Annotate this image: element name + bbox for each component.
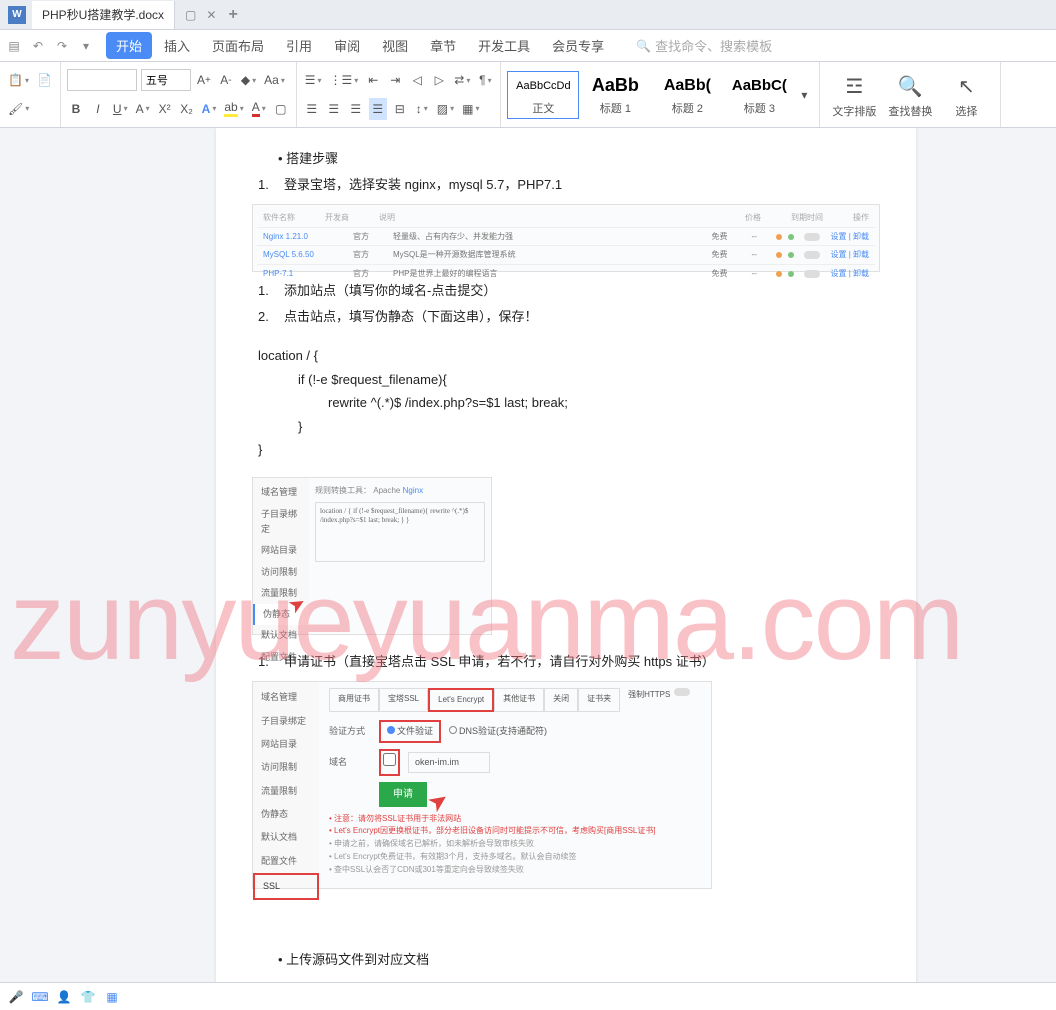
app-icon: W xyxy=(8,6,26,24)
bold-button[interactable]: B xyxy=(67,98,85,120)
ribbon-styles: AaBbCcDd 正文 AaBb 标题 1 AaBb( 标题 2 AaBbC( … xyxy=(501,62,820,127)
underline-button[interactable]: U xyxy=(111,98,130,120)
embedded-image-ssl: 域名管理 子目录绑定 网站目录 访问限制 流量限制 伪静态 默认文档 配置文件 … xyxy=(252,681,712,889)
align-left-button[interactable]: ☰ xyxy=(303,98,321,120)
list-item-1: 1.登录宝塔，选择安装 nginx，mysql 5.7，PHP7.1 xyxy=(258,174,880,196)
menu-review[interactable]: 审阅 xyxy=(324,32,370,59)
bullet-2: 上传源码文件到对应文档 xyxy=(278,949,880,971)
font-color-button[interactable]: A xyxy=(250,98,268,120)
redo-icon[interactable]: ↷ xyxy=(52,36,72,56)
apps-icon[interactable]: ▦ xyxy=(104,989,120,1005)
magnifier-icon: 🔍 xyxy=(898,74,923,99)
undo-icon[interactable]: ↶ xyxy=(28,36,48,56)
select-button[interactable]: ↖ 选择 xyxy=(938,66,994,123)
tab-actions: ▢ ✕ xyxy=(185,8,216,22)
bullet-1: 搭建步骤 xyxy=(278,148,880,170)
menu-chapter[interactable]: 章节 xyxy=(420,32,466,59)
title-bar: W PHP秒U搭建教学.docx ▢ ✕ + xyxy=(0,0,1056,30)
list-item-2: 1.添加站点（填写你的域名-点击提交） xyxy=(258,280,880,302)
mic-icon[interactable]: 🎤 xyxy=(8,989,24,1005)
layout-icon: ☲ xyxy=(845,74,863,99)
menu-start[interactable]: 开始 xyxy=(106,32,152,59)
increase-indent-button[interactable]: ⇥ xyxy=(386,69,404,91)
shirt-icon[interactable]: 👕 xyxy=(80,989,96,1005)
numbering-button[interactable]: ⋮☰ xyxy=(328,69,361,91)
ribbon-font: A+ A- ◆ Aa B I U A X² X₂ A ab A ▢ xyxy=(61,62,297,127)
cursor-icon: ↖ xyxy=(958,74,975,99)
new-tab-button[interactable]: + xyxy=(228,6,237,24)
align-right-button[interactable]: ☰ xyxy=(347,98,365,120)
decrease-indent-button[interactable]: ⇤ xyxy=(364,69,382,91)
shading-button[interactable]: ▨ xyxy=(435,98,456,120)
text-layout-button[interactable]: ☲ 文字排版 xyxy=(826,66,882,123)
outdent-button[interactable]: ◁ xyxy=(408,69,426,91)
save-icon[interactable]: ▤ xyxy=(4,36,24,56)
style-heading1[interactable]: AaBb 标题 1 xyxy=(579,71,651,119)
ribbon-clipboard: 📋 📄 🖌 xyxy=(0,62,61,127)
borders-button[interactable]: ▦ xyxy=(460,98,481,120)
person-icon[interactable]: 👤 xyxy=(56,989,72,1005)
ribbon-editing: ☲ 文字排版 🔍 查找替换 ↖ 选择 xyxy=(820,62,1001,127)
paste-button[interactable]: 📋 xyxy=(6,69,31,91)
embedded-image-rewrite: 域名管理 子目录绑定 网站目录 访问限制 流量限制 伪静态 默认文档 配置文件 … xyxy=(252,477,492,635)
italic-button[interactable]: I xyxy=(89,98,107,120)
document-tab[interactable]: PHP秒U搭建教学.docx xyxy=(32,1,175,29)
menu-member[interactable]: 会员专享 xyxy=(542,32,614,59)
embedded-image-software-table: 软件名称开发商说明 价格到期时间 操作 Nginx 1.21.0官方轻量级、占有… xyxy=(252,204,880,272)
font-name-select[interactable] xyxy=(67,69,137,91)
status-bar: 🎤 ⌨ 👤 👕 ▦ xyxy=(0,982,1056,1010)
menu-view[interactable]: 视图 xyxy=(372,32,418,59)
strikethrough-button[interactable]: A xyxy=(134,98,152,120)
format-painter-button[interactable]: 🖌 xyxy=(6,98,31,120)
clear-format-button[interactable]: ◆ xyxy=(239,69,258,91)
font-size-select[interactable] xyxy=(141,69,191,91)
align-center-button[interactable]: ☰ xyxy=(325,98,343,120)
command-search[interactable]: 查找命令、搜索模板 xyxy=(636,36,772,55)
style-heading2[interactable]: AaBb( 标题 2 xyxy=(651,71,723,119)
ribbon-paragraph: ☰ ⋮☰ ⇤ ⇥ ◁ ▷ ⇄ ¶ ☰ ☰ ☰ ☰ ⊟ ↕ ▨ ▦ xyxy=(297,62,502,127)
tab-filename: PHP秒U搭建教学.docx xyxy=(42,6,164,23)
style-heading3[interactable]: AaBbC( 标题 3 xyxy=(723,71,795,119)
grow-font-button[interactable]: A+ xyxy=(195,69,213,91)
distribute-button[interactable]: ⊟ xyxy=(391,98,409,120)
indent-button[interactable]: ▷ xyxy=(430,69,448,91)
style-normal[interactable]: AaBbCcDd 正文 xyxy=(507,71,579,119)
superscript-button[interactable]: X² xyxy=(156,98,174,120)
list-item-4: 1.申请证书（直接宝塔点击 SSL 申请，若不行，请自行对外购买 https 证… xyxy=(258,651,880,673)
menu-insert[interactable]: 插入 xyxy=(154,32,200,59)
change-case-button[interactable]: Aa xyxy=(262,69,287,91)
keyboard-icon[interactable]: ⌨ xyxy=(32,989,48,1005)
tab-popup-icon[interactable]: ▢ xyxy=(185,8,196,22)
shrink-font-button[interactable]: A- xyxy=(217,69,235,91)
copy-button[interactable]: 📄 xyxy=(35,69,54,91)
menu-pagelayout[interactable]: 页面布局 xyxy=(202,32,274,59)
tab-close-icon[interactable]: ✕ xyxy=(206,8,216,22)
text-effects-button[interactable]: A xyxy=(200,98,219,120)
bullets-button[interactable]: ☰ xyxy=(303,69,324,91)
document-page: 搭建步骤 1.登录宝塔，选择安装 nginx，mysql 5.7，PHP7.1 … xyxy=(216,128,916,1008)
highlight-button[interactable]: ab xyxy=(222,98,245,120)
menu-bar: ▤ ↶ ↷ ▾ 开始 插入 页面布局 引用 审阅 视图 章节 开发工具 会员专享… xyxy=(0,30,1056,62)
qat-dropdown-icon[interactable]: ▾ xyxy=(76,36,96,56)
char-border-button[interactable]: ▢ xyxy=(272,98,290,120)
line-spacing-button[interactable]: ↕ xyxy=(413,98,431,120)
menu-devtools[interactable]: 开发工具 xyxy=(468,32,540,59)
show-marks-button[interactable]: ¶ xyxy=(476,69,494,91)
subscript-button[interactable]: X₂ xyxy=(178,98,196,120)
align-justify-button[interactable]: ☰ xyxy=(369,98,387,120)
quick-access-toolbar: ▤ ↶ ↷ ▾ xyxy=(4,36,96,56)
menu-references[interactable]: 引用 xyxy=(276,32,322,59)
code-block: location / { if (!-e $request_filename){… xyxy=(258,344,880,461)
tab-button[interactable]: ⇄ xyxy=(452,69,472,91)
styles-more-icon[interactable]: ▾ xyxy=(795,84,813,106)
find-replace-button[interactable]: 🔍 查找替换 xyxy=(882,66,938,123)
document-viewport[interactable]: zunyueyuanma.com 搭建步骤 1.登录宝塔，选择安装 nginx，… xyxy=(0,128,1056,1010)
list-item-3: 2.点击站点，填写伪静态（下面这串），保存！ xyxy=(258,306,880,328)
ribbon: 📋 📄 🖌 A+ A- ◆ Aa B I U A X² X₂ A ab A ▢ xyxy=(0,62,1056,128)
